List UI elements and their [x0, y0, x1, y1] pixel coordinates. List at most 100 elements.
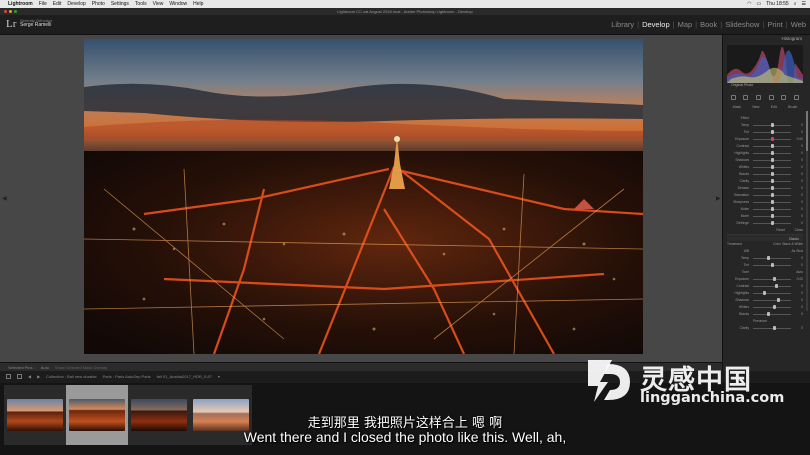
- menubar-clock[interactable]: Thu 18:55: [766, 0, 789, 8]
- slider-knob[interactable]: [771, 123, 774, 127]
- slider-knob[interactable]: [767, 256, 770, 260]
- scrollbar-thumb[interactable]: [806, 111, 808, 151]
- right-panel-toggle-icon[interactable]: ▶: [716, 195, 721, 202]
- basic-slider-exposure[interactable]: Exposure 0.00: [727, 276, 803, 283]
- slider-knob[interactable]: [771, 130, 774, 134]
- slider-knob[interactable]: [771, 186, 774, 190]
- basic-tone-row[interactable]: Tone Auto: [727, 269, 803, 276]
- menu-photo[interactable]: Photo: [92, 0, 105, 8]
- slider-track[interactable]: [753, 300, 791, 301]
- slider-knob[interactable]: [771, 214, 774, 218]
- basic-wb-row[interactable]: WB As Shot: [727, 248, 803, 255]
- slider-sharpness[interactable]: Sharpness 0: [727, 199, 803, 206]
- menu-tools[interactable]: Tools: [135, 0, 147, 8]
- slider-knob[interactable]: [771, 207, 774, 211]
- slider-whites[interactable]: Whites 0: [727, 164, 803, 171]
- slider-knob[interactable]: [777, 298, 780, 302]
- slider-shadows[interactable]: Shadows 0: [727, 157, 803, 164]
- basic-slider-contrast[interactable]: Contrast 0: [727, 283, 803, 290]
- module-map[interactable]: Map: [678, 20, 693, 29]
- main-photo[interactable]: [84, 39, 643, 354]
- tab-new[interactable]: New: [752, 105, 759, 111]
- tab-edit[interactable]: Edit: [771, 105, 777, 111]
- slider-track[interactable]: [753, 279, 791, 280]
- menu-edit[interactable]: Edit: [53, 0, 62, 8]
- module-print[interactable]: Print: [767, 20, 782, 29]
- close-window-icon[interactable]: [4, 10, 7, 13]
- slider-tint[interactable]: Tint 0: [727, 129, 803, 136]
- right-panel-scrollbar[interactable]: [806, 111, 808, 311]
- nav-forward-icon[interactable]: ▶: [37, 371, 40, 383]
- notification-icon[interactable]: ☰: [802, 0, 806, 8]
- spotlight-icon[interactable]: ⌕: [794, 0, 797, 8]
- module-develop[interactable]: Develop: [642, 20, 670, 29]
- slider-knob[interactable]: [771, 158, 774, 162]
- slider-knob-active[interactable]: [771, 137, 774, 141]
- basic-slider-shadows[interactable]: Shadows 0: [727, 297, 803, 304]
- slider-knob[interactable]: [771, 179, 774, 183]
- menu-window[interactable]: Window: [169, 0, 187, 8]
- zoom-window-icon[interactable]: [14, 10, 17, 13]
- histogram-header[interactable]: Histogram: [781, 36, 802, 41]
- basic-slider-clarity[interactable]: Clarity 0: [727, 325, 803, 332]
- slider-knob[interactable]: [773, 305, 776, 309]
- filmstrip-dropdown-icon[interactable]: ▾: [218, 371, 220, 383]
- slider-knob[interactable]: [773, 277, 776, 281]
- slider-defringe[interactable]: Defringe 0: [727, 220, 803, 227]
- graduated-filter-tool-icon[interactable]: [768, 95, 774, 100]
- spot-removal-tool-icon[interactable]: [743, 95, 749, 100]
- slider-dehaze[interactable]: Dehaze 0: [727, 185, 803, 192]
- battery-icon[interactable]: ▭: [756, 0, 761, 8]
- treatment-bw-button[interactable]: Black & White: [782, 242, 803, 246]
- slider-track[interactable]: [753, 286, 791, 287]
- slider-exposure[interactable]: Exposure 0.00: [727, 136, 803, 143]
- left-panel-toggle-icon[interactable]: ◀: [2, 195, 7, 202]
- menu-help[interactable]: Help: [193, 0, 203, 8]
- wifi-icon[interactable]: ◠: [747, 0, 751, 8]
- red-eye-tool-icon[interactable]: [756, 95, 762, 100]
- menu-develop[interactable]: Develop: [67, 0, 85, 8]
- crop-tool-icon[interactable]: [730, 95, 736, 100]
- tab-mask[interactable]: Mask: [733, 105, 741, 111]
- pin-mode-select[interactable]: Auto: [41, 363, 49, 371]
- tone-auto-button[interactable]: Auto: [796, 270, 803, 274]
- slider-saturation[interactable]: Saturation 0: [727, 192, 803, 199]
- slider-blacks[interactable]: Blacks 0: [727, 171, 803, 178]
- slider-moire[interactable]: Moiré 0: [727, 213, 803, 220]
- minimize-window-icon[interactable]: [9, 10, 12, 13]
- treatment-color-button[interactable]: Color: [773, 242, 781, 246]
- slider-noise[interactable]: Noise 0: [727, 206, 803, 213]
- slider-knob[interactable]: [773, 326, 776, 330]
- slider-knob[interactable]: [775, 284, 778, 288]
- slider-knob[interactable]: [771, 144, 774, 148]
- radial-filter-tool-icon[interactable]: [781, 95, 787, 100]
- menu-app-name[interactable]: Lightroom: [8, 0, 33, 8]
- show-mask-overlay-checkbox[interactable]: Show Selected Mask Overlay: [55, 363, 107, 371]
- basic-slider-blacks[interactable]: Blacks 0: [727, 311, 803, 318]
- slider-highlights[interactable]: Highlights 0: [727, 150, 803, 157]
- basic-slider-temp[interactable]: Temp 0: [727, 255, 803, 262]
- module-library[interactable]: Library: [611, 20, 634, 29]
- wb-select[interactable]: As Shot: [791, 249, 803, 253]
- tab-brush[interactable]: Brush: [788, 105, 797, 111]
- slider-track[interactable]: [753, 258, 791, 259]
- slider-temp[interactable]: Temp 0: [727, 122, 803, 129]
- slider-knob[interactable]: [771, 200, 774, 204]
- module-book[interactable]: Book: [700, 20, 717, 29]
- second-window-icon[interactable]: [17, 374, 22, 379]
- slider-track[interactable]: [753, 328, 791, 329]
- basic-slider-highlights[interactable]: Highlights 0: [727, 290, 803, 297]
- basic-slider-tint[interactable]: Tint 0: [727, 262, 803, 269]
- module-web[interactable]: Web: [791, 20, 806, 29]
- basic-panel-header[interactable]: Basic: [727, 234, 803, 241]
- module-slideshow[interactable]: Slideshow: [725, 20, 759, 29]
- menu-file[interactable]: File: [39, 0, 47, 8]
- slider-knob[interactable]: [767, 312, 770, 316]
- slider-contrast[interactable]: Contrast 0: [727, 143, 803, 150]
- grid-view-icon[interactable]: [6, 374, 11, 379]
- adjustment-brush-tool-icon[interactable]: [794, 95, 800, 100]
- slider-knob[interactable]: [763, 291, 766, 295]
- menu-settings[interactable]: Settings: [111, 0, 129, 8]
- basic-slider-whites[interactable]: Whites 0: [727, 304, 803, 311]
- menu-view[interactable]: View: [153, 0, 164, 8]
